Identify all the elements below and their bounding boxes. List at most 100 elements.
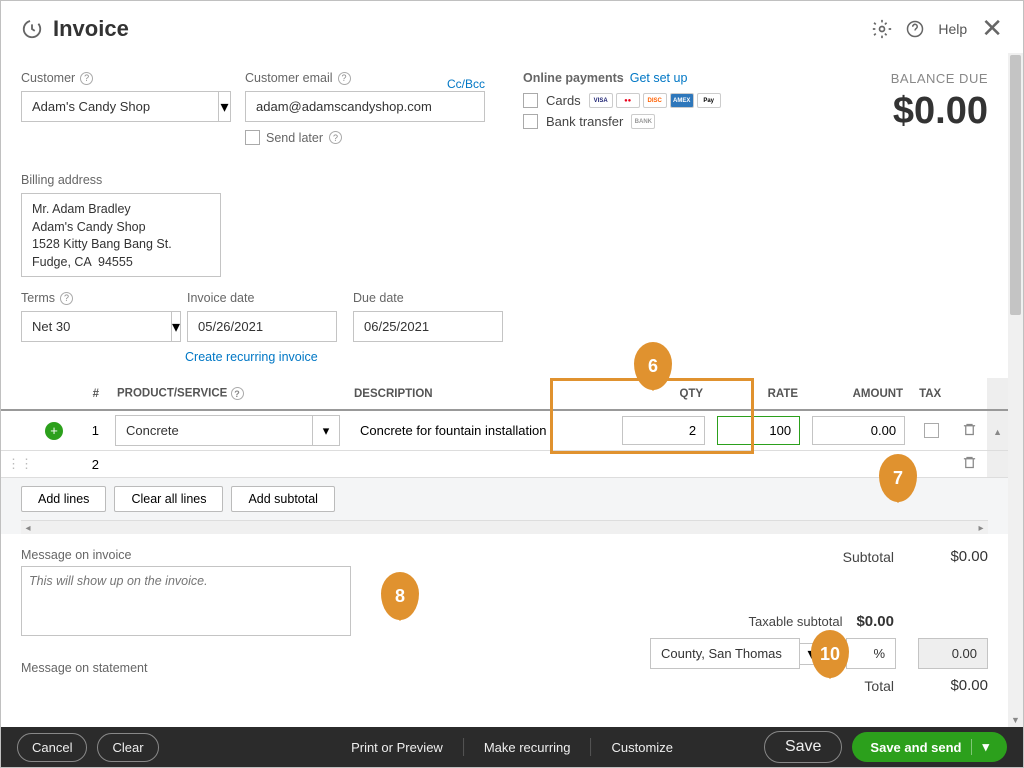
chevron-down-icon[interactable]: ▾ xyxy=(312,415,340,446)
send-later-checkbox[interactable] xyxy=(245,130,260,145)
chevron-down-icon[interactable]: ▾ xyxy=(218,91,231,122)
save-button[interactable]: Save xyxy=(764,731,842,763)
tax-cell[interactable] xyxy=(911,451,951,478)
bank-icon: BANK xyxy=(631,114,655,129)
table-row: ⋮⋮ 2 xyxy=(1,451,1008,478)
separator xyxy=(591,738,592,756)
clear-lines-button[interactable]: Clear all lines xyxy=(114,486,223,512)
rate-cell[interactable] xyxy=(711,451,806,478)
qty-cell[interactable] xyxy=(616,451,711,478)
product-cell[interactable] xyxy=(109,451,346,478)
customer-select[interactable]: ▾ xyxy=(21,91,231,122)
scroll-left-icon[interactable]: ◂ xyxy=(21,521,35,535)
customer-input[interactable] xyxy=(21,91,218,122)
visa-icon: VISA xyxy=(589,93,613,108)
close-icon[interactable]: ✕ xyxy=(981,13,1003,44)
product-select[interactable]: ▾ xyxy=(115,415,340,446)
description-input[interactable] xyxy=(352,417,610,444)
ccbcc-link[interactable]: Cc/Bcc xyxy=(447,77,485,91)
customize-button[interactable]: Customize xyxy=(598,734,687,761)
qty-input[interactable] xyxy=(622,416,705,445)
header-right: Help ✕ xyxy=(872,13,1003,44)
scroll-right-icon[interactable]: ▸ xyxy=(974,521,988,535)
vertical-scrollbar[interactable]: ▼ xyxy=(1008,53,1023,727)
total-label: Total xyxy=(864,678,894,694)
horizontal-scrollbar[interactable]: ◂ ▸ xyxy=(21,520,988,534)
amex-icon: AMEX xyxy=(670,93,694,108)
grid-table: # PRODUCT/SERVICE ? DESCRIPTION QTY RATE… xyxy=(1,378,1008,478)
terms-input[interactable] xyxy=(21,311,171,342)
due-date-label: Due date xyxy=(353,291,503,305)
invoice-icon xyxy=(21,18,43,40)
footer-right: Save Save and send ▾ xyxy=(764,731,1007,763)
add-lines-button[interactable]: Add lines xyxy=(21,486,106,512)
invoice-date-input[interactable] xyxy=(187,311,337,342)
save-send-button[interactable]: Save and send ▾ xyxy=(852,732,1007,762)
page-title: Invoice xyxy=(53,16,129,42)
help-icon[interactable] xyxy=(906,20,924,38)
customer-label: Customer? xyxy=(21,71,231,85)
chevron-down-icon[interactable]: ▾ xyxy=(971,739,989,755)
scroll-down-icon[interactable]: ▼ xyxy=(1008,712,1023,727)
dates-row: Terms? ▾ Invoice date Due date xyxy=(21,291,988,342)
make-recurring-button[interactable]: Make recurring xyxy=(470,734,585,761)
separator xyxy=(463,738,464,756)
email-field: Customer email? Cc/Bcc Send later ? xyxy=(245,71,485,145)
print-preview-button[interactable]: Print or Preview xyxy=(337,734,457,761)
tax-pct-input[interactable] xyxy=(846,638,896,669)
add-subtotal-button[interactable]: Add subtotal xyxy=(231,486,335,512)
customer-field: Customer? ▾ xyxy=(21,71,231,122)
product-input[interactable] xyxy=(115,415,312,446)
chevron-down-icon[interactable]: ▾ xyxy=(171,311,181,342)
total-value: $0.00 xyxy=(908,677,988,694)
balance-due: BALANCE DUE $0.00 xyxy=(891,71,988,133)
grid-header-desc: DESCRIPTION xyxy=(346,378,616,410)
help-circle-icon[interactable]: ? xyxy=(231,387,244,400)
rate-input[interactable] xyxy=(717,416,800,445)
email-input[interactable] xyxy=(245,91,485,122)
terms-select[interactable]: ▾ xyxy=(21,311,171,342)
cancel-button[interactable]: Cancel xyxy=(17,733,87,762)
scrollbar-thumb[interactable] xyxy=(1010,55,1021,315)
gear-icon[interactable] xyxy=(872,19,892,39)
trash-icon[interactable] xyxy=(962,455,977,470)
drag-handle[interactable] xyxy=(1,410,39,451)
cards-label: Cards xyxy=(546,93,581,108)
applepay-icon: Pay xyxy=(697,93,721,108)
line-items-grid: # PRODUCT/SERVICE ? DESCRIPTION QTY RATE… xyxy=(1,378,1008,534)
tax-jurisdiction-input[interactable] xyxy=(650,638,800,669)
help-circle-icon[interactable]: ? xyxy=(338,72,351,85)
billing-textarea[interactable] xyxy=(21,193,221,277)
invoice-date-field: Invoice date xyxy=(187,291,337,342)
trash-icon[interactable] xyxy=(962,422,977,437)
description-cell[interactable] xyxy=(346,451,616,478)
online-payments: Online paymentsGet set up Cards VISA ●● … xyxy=(523,71,721,135)
email-label: Customer email? xyxy=(245,71,351,85)
msg-statement-label: Message on statement xyxy=(21,661,351,675)
drag-handle-icon[interactable]: ⋮⋮ xyxy=(7,456,33,471)
cards-row: Cards VISA ●● DISC AMEX Pay xyxy=(523,93,721,108)
get-set-up-link[interactable]: Get set up xyxy=(630,71,688,85)
help-circle-icon[interactable]: ? xyxy=(60,292,73,305)
help-circle-icon[interactable]: ? xyxy=(80,72,93,85)
row-num: 1 xyxy=(69,410,109,451)
add-line-icon[interactable]: + xyxy=(45,422,63,440)
tax-jurisdiction-select[interactable]: ▾ xyxy=(650,638,824,669)
top-row: Customer? ▾ Customer email? Cc/Bcc Send … xyxy=(21,71,988,145)
cards-checkbox[interactable] xyxy=(523,93,538,108)
help-label[interactable]: Help xyxy=(938,21,967,37)
help-circle-icon[interactable]: ? xyxy=(329,131,342,144)
terms-label: Terms? xyxy=(21,291,171,305)
clear-button[interactable]: Clear xyxy=(97,733,158,762)
due-date-input[interactable] xyxy=(353,311,503,342)
amount-input[interactable] xyxy=(812,416,905,445)
msg-invoice-textarea[interactable] xyxy=(21,566,351,636)
save-send-label: Save and send xyxy=(870,740,961,755)
row-num: 2 xyxy=(69,451,109,478)
taxable-label: Taxable subtotal xyxy=(749,614,843,629)
tax-amount-input[interactable] xyxy=(918,638,988,669)
balance-amount: $0.00 xyxy=(891,90,988,133)
tax-checkbox[interactable] xyxy=(924,423,939,438)
bank-checkbox[interactable] xyxy=(523,114,538,129)
create-recurring-link[interactable]: Create recurring invoice xyxy=(21,350,988,364)
